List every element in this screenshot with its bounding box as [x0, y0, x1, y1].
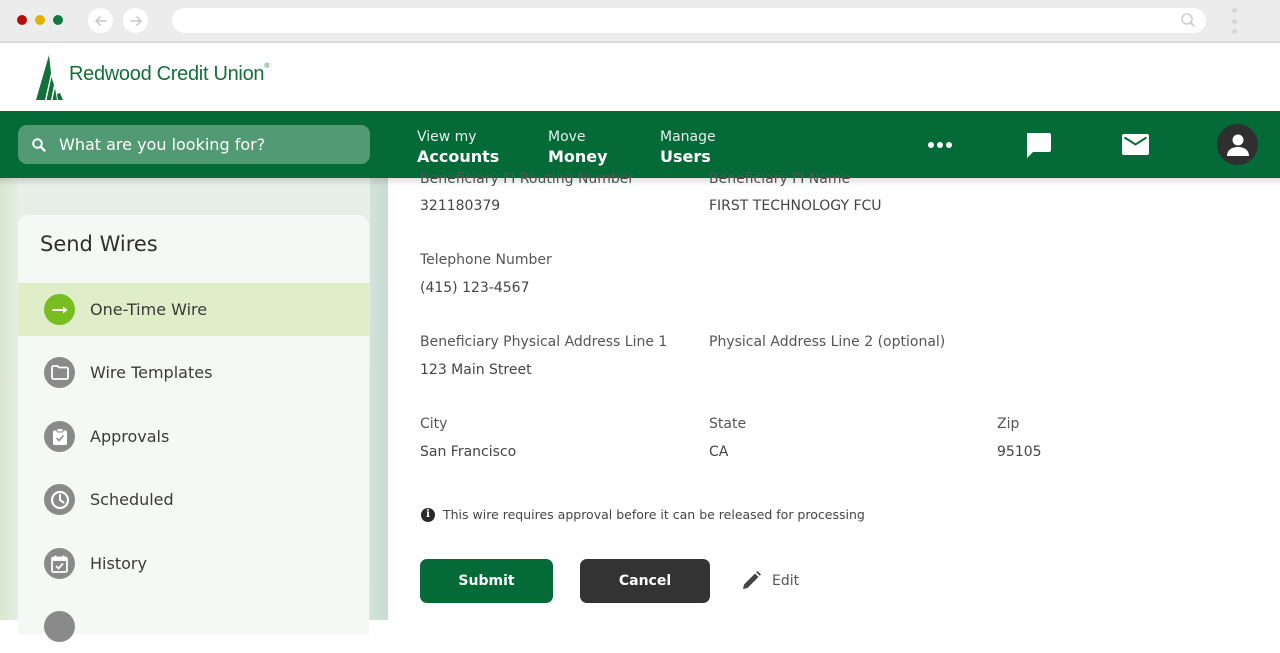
sidebar-item-label: History: [90, 554, 147, 573]
browser-chrome: [0, 0, 1280, 42]
clipboard-check-icon: [44, 421, 75, 452]
sidebar-item-scheduled[interactable]: Scheduled: [18, 473, 369, 526]
window-maximize-button[interactable]: [53, 15, 63, 25]
more-icon[interactable]: [928, 141, 952, 149]
arrow-right-icon: [44, 294, 75, 325]
edit-label: Edit: [772, 572, 800, 589]
fi-name-label: Beneficiary FI Name: [709, 171, 851, 187]
address-bar[interactable]: [172, 8, 1206, 33]
sidebar-item-one-time-wire[interactable]: One-Time Wire: [18, 283, 369, 336]
cancel-button[interactable]: Cancel: [580, 559, 710, 603]
browser-forward-button[interactable]: [123, 8, 148, 33]
calendar-check-icon: [44, 548, 75, 579]
profile-button[interactable]: [1217, 124, 1258, 165]
sidebar-item-label: One-Time Wire: [90, 300, 208, 319]
state-label: State: [709, 416, 747, 432]
chat-icon[interactable]: [1024, 131, 1052, 159]
nav-label-small: Move: [548, 129, 586, 145]
nav-view-accounts[interactable]: View my Accounts: [417, 128, 499, 166]
address-line1-label: Beneficiary Physical Address Line 1: [420, 334, 668, 350]
state-value: CA: [709, 444, 729, 460]
search-icon: [1181, 13, 1195, 27]
zip-value: 95105: [997, 444, 1042, 460]
trademark: ®: [264, 63, 270, 70]
sidebar-item-wire-templates[interactable]: Wire Templates: [18, 346, 369, 399]
clock-icon: [44, 484, 75, 515]
main-navbar: View my Accounts Move Money Manage Users: [0, 111, 1280, 178]
sidebar-card: Send Wires One-Time Wire Wire Templates …: [18, 215, 369, 642]
telephone-value: (415) 123-4567: [420, 280, 530, 296]
nav-label-small: View my: [417, 129, 477, 145]
routing-number-label: Beneficiary FI Routing Number: [420, 171, 635, 187]
nav-label-big: Accounts: [417, 147, 500, 166]
address-line2-label: Physical Address Line 2 (optional): [709, 334, 946, 350]
site-header: Redwood Credit Union®: [0, 43, 1280, 111]
browser-back-button[interactable]: [88, 8, 113, 33]
zip-label: Zip: [997, 416, 1020, 432]
nav-label-big: Money: [548, 147, 608, 166]
notice-text: This wire requires approval before it ca…: [443, 507, 865, 522]
nav-label-big: Users: [660, 147, 711, 166]
sidebar-item-label: Approvals: [90, 427, 170, 446]
redwood-tree-logo-icon[interactable]: [36, 55, 63, 100]
edit-button[interactable]: Edit: [742, 571, 799, 590]
brand-name-text: Redwood Credit Union: [69, 63, 265, 85]
info-icon: i: [421, 507, 435, 522]
browser-menu-icon[interactable]: [1229, 8, 1239, 34]
nav-label-small: Manage: [660, 129, 716, 145]
folder-icon: [44, 357, 75, 388]
search-icon: [32, 137, 46, 152]
address-line1-value: 123 Main Street: [420, 362, 532, 378]
nav-manage-users[interactable]: Manage Users: [660, 128, 716, 166]
search-input[interactable]: [59, 135, 339, 154]
pencil-icon: [743, 571, 761, 589]
nav-move-money[interactable]: Move Money: [548, 128, 608, 166]
wire-review-form: Beneficiary FI Routing Number 321180379 …: [388, 171, 1280, 620]
menu-item-icon: [44, 611, 75, 642]
arrow-left-icon: [94, 15, 107, 26]
city-value: San Francisco: [420, 444, 517, 460]
sidebar-item-approvals[interactable]: Approvals: [18, 410, 369, 463]
brand-name[interactable]: Redwood Credit Union®: [69, 63, 269, 86]
sidebar-item-more[interactable]: [18, 600, 369, 653]
city-label: City: [420, 416, 448, 432]
arrow-right-icon: [129, 15, 142, 26]
mail-icon[interactable]: [1122, 134, 1149, 155]
telephone-label: Telephone Number: [420, 252, 552, 268]
routing-number-value: 321180379: [420, 198, 501, 214]
approval-notice: i This wire requires approval before it …: [421, 507, 865, 522]
fi-name-value: FIRST TECHNOLOGY FCU: [709, 198, 882, 214]
site-search[interactable]: [18, 125, 370, 164]
submit-button[interactable]: Submit: [420, 559, 553, 603]
sidebar-item-label: Wire Templates: [90, 363, 213, 382]
window-close-button[interactable]: [17, 15, 27, 25]
sidebar-item-label: Scheduled: [90, 490, 174, 509]
window-minimize-button[interactable]: [35, 15, 45, 25]
sidebar-title: Send Wires: [40, 232, 158, 256]
sidebar-item-history[interactable]: History: [18, 537, 369, 590]
profile-icon: [1226, 134, 1249, 156]
